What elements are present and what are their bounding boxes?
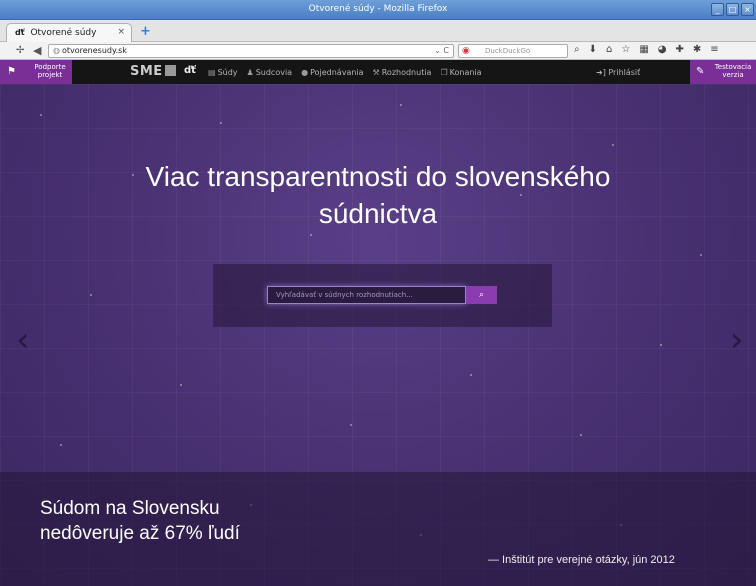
gift-icon: ⚑: [7, 66, 16, 77]
site-logo-scales-icon[interactable]: ďť: [184, 65, 196, 76]
carousel-next-arrow-icon[interactable]: ›: [730, 320, 744, 360]
sync-icon[interactable]: ✢: [16, 45, 24, 56]
beta-version-button[interactable]: ✎ Testovacia verzia: [690, 60, 756, 84]
chat-icon: ●: [301, 68, 309, 77]
window-titlebar: Otvorené súdy - Mozilla Firefox _ □ ×: [0, 0, 756, 20]
document-icon: ▤: [208, 68, 216, 77]
search-icon[interactable]: ⌕: [574, 44, 580, 55]
maximize-button[interactable]: □: [726, 3, 739, 16]
download-icon[interactable]: ⬇: [589, 44, 597, 55]
scales-icon: ďť: [15, 28, 25, 37]
extension-icon[interactable]: ✱: [693, 44, 701, 55]
tab-otvorene-sudy[interactable]: ďť Otvorené súdy ×: [6, 23, 132, 42]
new-tab-button[interactable]: +: [140, 24, 151, 39]
beta-label: Testovacia verzia: [714, 63, 752, 79]
window-title: Otvorené súdy - Mozilla Firefox: [308, 4, 448, 14]
search-icon: ⌕: [478, 290, 485, 300]
reload-icon[interactable]: ⌄ C: [434, 46, 449, 55]
addon-icon[interactable]: ◕: [658, 44, 667, 55]
navigation-toolbar: ✢ ◀ ◍ otvorenesudy.sk ⌄ C ◉ DuckDuckGo ⌕ …: [0, 42, 756, 60]
menu-item-sudcovia[interactable]: ♟ Sudcovia: [247, 68, 293, 77]
menu-item-pojednavania[interactable]: ● Pojednávania: [301, 68, 363, 77]
support-project-button[interactable]: ⚑ Podporte projekt: [0, 60, 72, 84]
search-engine-icon[interactable]: ◉: [462, 46, 470, 56]
menu-item-rozhodnutia[interactable]: ⚒ Rozhodnutia: [373, 68, 432, 77]
gavel-icon: ⚒: [372, 68, 380, 77]
url-bar[interactable]: ◍ otvorenesudy.sk ⌄ C: [48, 44, 454, 58]
globe-icon: ◍: [53, 46, 60, 55]
person-icon: ♟: [246, 68, 254, 77]
close-window-button[interactable]: ×: [741, 3, 754, 16]
quote-text: Súdom na Slovensku nedôveruje až 67% ľud…: [40, 498, 240, 544]
menu-item-sudy[interactable]: ▤ Súdy: [208, 68, 238, 77]
tab-bar: ďť Otvorené súdy × +: [0, 20, 756, 42]
login-link[interactable]: ➜] Prihlásiť: [596, 68, 640, 77]
menu-item-konania[interactable]: ❐ Konania: [440, 68, 481, 77]
tab-label: Otvorené súdy: [30, 28, 97, 38]
url-text: otvorenesudy.sk: [61, 46, 127, 55]
quote-source: — Inštitút pre verejné otázky, jún 2012: [488, 554, 675, 566]
carousel-prev-arrow-icon[interactable]: ‹: [16, 320, 30, 360]
main-menu: ▤ Súdy ♟ Sudcovia ● Pojednávania ⚒ Rozhodnut…: [208, 68, 482, 77]
search-input[interactable]: ◉ DuckDuckGo: [458, 44, 568, 58]
decision-search-input[interactable]: Vyhľadávať v súdnych rozhodnutiach...: [267, 286, 466, 304]
wrench-icon: ✎: [696, 66, 705, 77]
quote-band: Súdom na Slovensku nedôveruje až 67% ľud…: [0, 472, 756, 586]
puzzle-icon[interactable]: ✚: [676, 44, 684, 55]
search-placeholder: DuckDuckGo: [485, 47, 531, 55]
support-label: Podporte projekt: [34, 63, 66, 79]
search-button[interactable]: ⌕: [466, 286, 497, 304]
close-tab-icon[interactable]: ×: [117, 27, 125, 37]
menu-icon[interactable]: ≡: [710, 44, 718, 55]
bookmark-star-icon[interactable]: ☆: [621, 44, 630, 55]
minimize-button[interactable]: _: [711, 3, 724, 16]
hero-headline: Viac transparentnosti do slovenského súd…: [145, 161, 611, 229]
bookmarks-icon[interactable]: ▦: [639, 44, 648, 55]
hero-section: Viac transparentnosti do slovenského súd…: [0, 84, 756, 586]
back-icon[interactable]: ◀: [33, 44, 41, 57]
sme-logo[interactable]: SME: [130, 64, 176, 79]
copy-icon: ❐: [440, 68, 448, 77]
site-navbar: ⚑ Podporte projekt SME ďť ▤ Súdy ♟ Sudcovi…: [0, 60, 756, 84]
hero-search-box: Vyhľadávať v súdnych rozhodnutiach... ⌕: [213, 264, 552, 327]
home-icon[interactable]: ⌂: [606, 44, 612, 55]
